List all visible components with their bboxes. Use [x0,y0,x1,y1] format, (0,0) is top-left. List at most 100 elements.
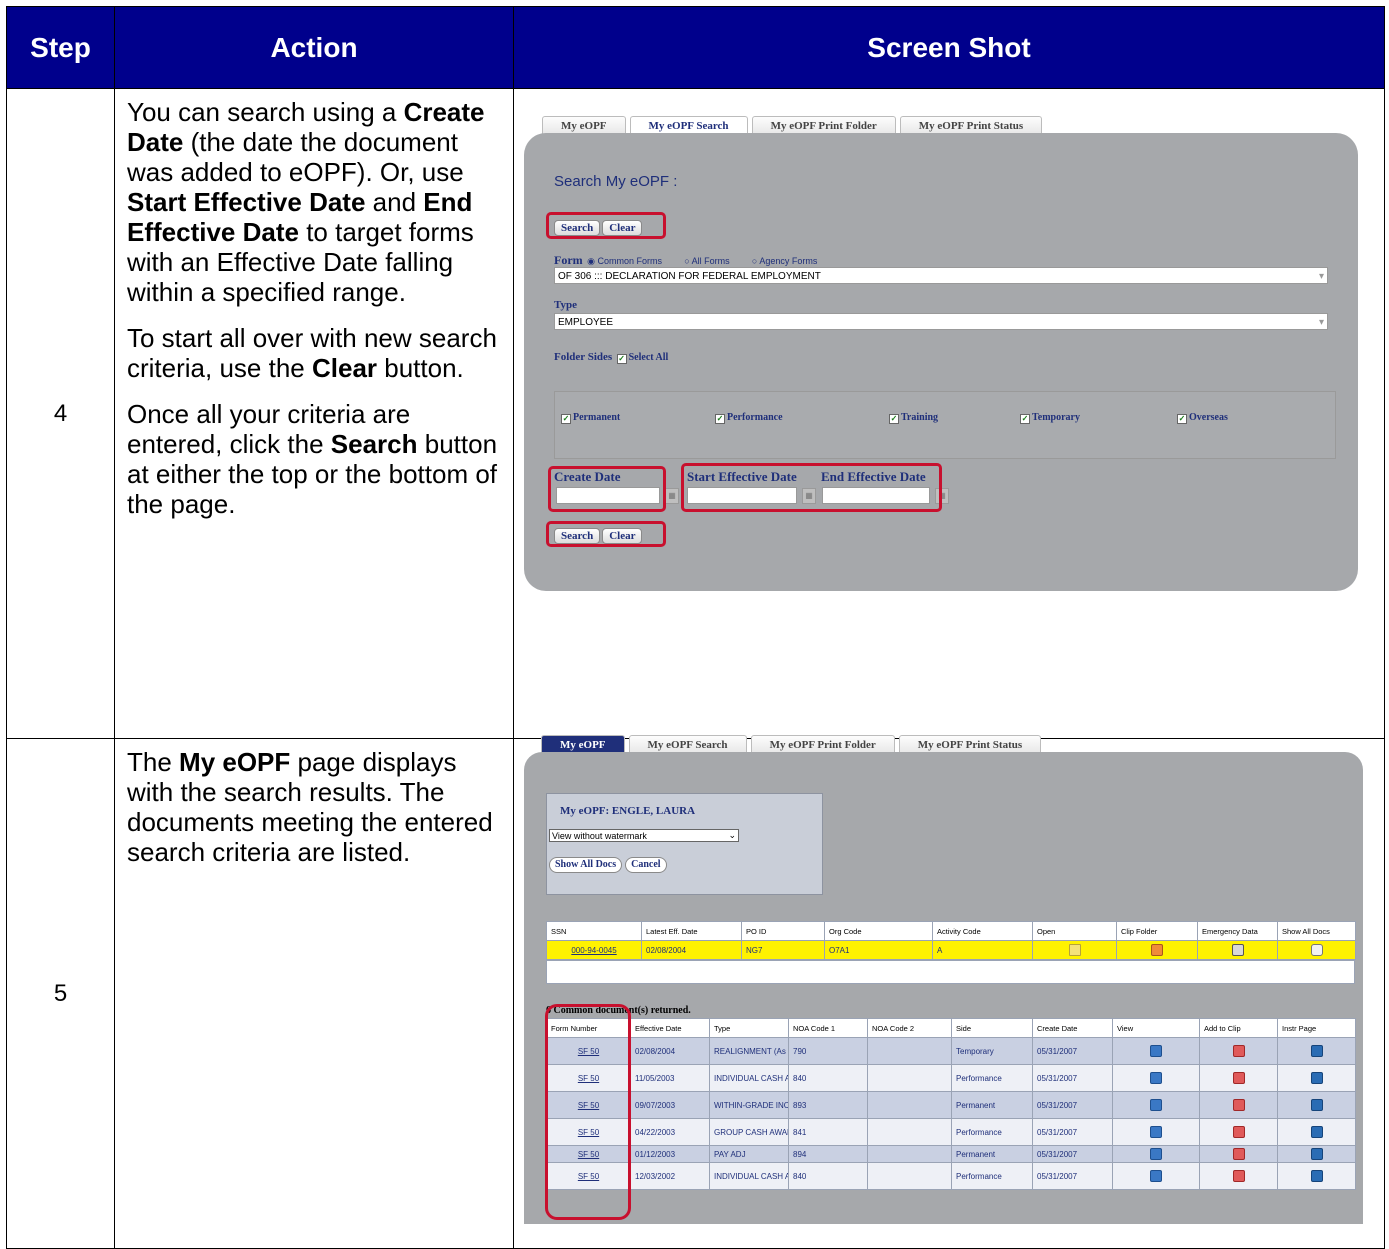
action-paragraph: The My eOPF page displays with the searc… [127,747,493,867]
highlight-box [546,521,666,547]
type-cell: INDIVIDUAL CASH AWARD [709,1162,789,1190]
view-document-icon[interactable] [1150,1148,1162,1160]
add-to-clip-icon[interactable] [1232,1045,1245,1057]
printer-icon[interactable] [1310,944,1323,956]
form-label: Form [554,253,583,267]
checkbox-temporary[interactable]: ✓ Temporary [1020,412,1080,424]
add-to-clip-icon[interactable] [1232,1170,1245,1182]
employee-row: 000-94-0045 02/08/2004 NG7 O7A1 A [546,940,1356,960]
employee-table: SSN Latest Eff. Date PO ID Org Code Acti… [546,921,1356,960]
add-to-clip-cell [1199,1145,1278,1163]
column-header: View [1112,1018,1200,1038]
chevron-down-icon: ⌄ [728,830,736,840]
type-cell: GROUP CASH AWARD [709,1118,789,1146]
show-all-docs-cell [1277,940,1356,960]
view-document-icon[interactable] [1150,1126,1162,1138]
side-cell: Permanent [951,1145,1033,1163]
search-panel: Search My eOPF : Search Clear Form ◉ Comm… [524,133,1358,591]
action-cell: The My eOPF page displays with the searc… [114,738,514,1249]
side-cell: Temporary [951,1037,1033,1065]
employee-table-header: SSN Latest Eff. Date PO ID Org Code Acti… [546,921,1356,941]
type-select[interactable]: EMPLOYEE ▾ [554,313,1328,330]
type-cell: WITHIN-GRADE INC [709,1091,789,1119]
column-header: Create Date [1032,1018,1113,1038]
column-header: Emergency Data [1197,921,1278,941]
ssn-link[interactable]: 000-94-0045 [571,946,616,955]
effective-date-cell: 02/08/2004 [630,1037,710,1065]
folder-sides-label: Folder Sides [554,351,613,363]
open-folder-icon[interactable] [1068,944,1081,956]
instruction-page-icon[interactable] [1310,1045,1323,1057]
instruction-page-icon[interactable] [1310,1170,1323,1182]
noa-code-1-cell: 790 [788,1037,868,1065]
step-number: 5 [6,738,115,1249]
cancel-button[interactable]: Cancel [625,857,667,873]
ssn-cell: 000-94-0045 [546,940,642,960]
instruction-page-cell [1277,1118,1356,1146]
add-to-clip-icon[interactable] [1232,1072,1245,1084]
effective-date-cell: 01/12/2003 [630,1145,710,1163]
view-document-icon[interactable] [1150,1072,1162,1084]
view-document-icon[interactable] [1150,1045,1162,1057]
checkbox-training[interactable]: ✓ Training [889,412,938,424]
instruction-page-cell [1277,1091,1356,1119]
add-to-clip-icon[interactable] [1232,1148,1245,1160]
add-to-clip-icon[interactable] [1232,1099,1245,1111]
employee-table-spacer [546,960,1355,984]
chevron-down-icon: ▾ [1318,271,1324,282]
document-row: SF 5002/08/2004REALIGNMENT (As of 1/1/19… [546,1037,1356,1065]
instruction-page-icon[interactable] [1310,1072,1323,1084]
document-row: SF 5011/05/2003INDIVIDUAL CASH AWARD840P… [546,1064,1356,1092]
side-cell: Permanent [951,1091,1033,1119]
effective-date-cell: 09/07/2003 [630,1091,710,1119]
employee-title: My eOPF: ENGLE, LAURA [560,805,696,817]
noa-code-2-cell [867,1064,952,1092]
clip-folder-cell [1116,940,1198,960]
select-all-checkbox[interactable]: ✓ Select All [616,352,668,364]
header-action: Action [114,6,514,89]
view-document-cell [1112,1145,1200,1163]
watermark-select[interactable]: View without watermark ⌄ [549,829,739,842]
instruction-page-icon[interactable] [1310,1126,1323,1138]
noa-code-2-cell [867,1118,952,1146]
chevron-down-icon: ▾ [1318,317,1324,328]
action-cell: You can search using a Create Date (the … [114,88,514,739]
checkbox-icon: ✓ [1177,414,1187,424]
side-cell: Performance [951,1162,1033,1190]
radio-agency[interactable]: ○ Agency Forms [752,256,817,266]
instruction-page-cell [1277,1162,1356,1190]
employee-box: My eOPF: ENGLE, LAURA View without water… [546,793,823,895]
instruction-page-icon[interactable] [1310,1148,1323,1160]
effective-date-cell: 12/03/2002 [630,1162,710,1190]
add-to-clip-cell [1199,1091,1278,1119]
show-all-docs-button[interactable]: Show All Docs [549,857,623,873]
form-select[interactable]: OF 306 ::: DECLARATION FOR FEDERAL EMPLO… [554,267,1328,284]
emergency-data-icon[interactable] [1231,944,1244,956]
clip-folder-icon[interactable] [1151,944,1163,956]
results-screenshot: My eOPF My eOPF Search My eOPF Print Fol… [524,735,1363,1224]
header-step: Step [6,6,115,89]
add-to-clip-icon[interactable] [1232,1126,1245,1138]
checkbox-overseas[interactable]: ✓ Overseas [1177,412,1228,424]
side-cell: Performance [951,1118,1033,1146]
checkbox-performance[interactable]: ✓ Performance [715,412,783,424]
view-document-cell [1112,1091,1200,1119]
highlight-box [546,212,666,239]
document-row: SF 5012/03/2002INDIVIDUAL CASH AWARD840P… [546,1162,1356,1190]
action-paragraph: To start all over with new search criter… [127,323,497,383]
view-document-icon[interactable] [1150,1099,1162,1111]
documents-table-body: SF 5002/08/2004REALIGNMENT (As of 1/1/19… [546,1037,1356,1190]
radio-common[interactable]: ◉ Common Forms [587,256,662,266]
instruction-page-icon[interactable] [1310,1099,1323,1111]
checkbox-permanent[interactable]: ✓ Permanent [561,412,620,424]
folder-sides-row: Folder Sides ✓ Select All [554,347,668,365]
column-header: NOA Code 2 [867,1018,952,1038]
search-screenshot: My eOPF My eOPF Search My eOPF Print Fol… [524,116,1358,591]
documents-table: Form Number Effective Date Type NOA Code… [546,1018,1356,1190]
add-to-clip-cell [1199,1064,1278,1092]
calendar-icon[interactable]: ▦ [665,488,679,504]
org-code-cell: O7A1 [824,940,933,960]
noa-code-1-cell: 840 [788,1162,868,1190]
view-document-icon[interactable] [1150,1170,1162,1182]
radio-all[interactable]: ○ All Forms [684,256,729,266]
